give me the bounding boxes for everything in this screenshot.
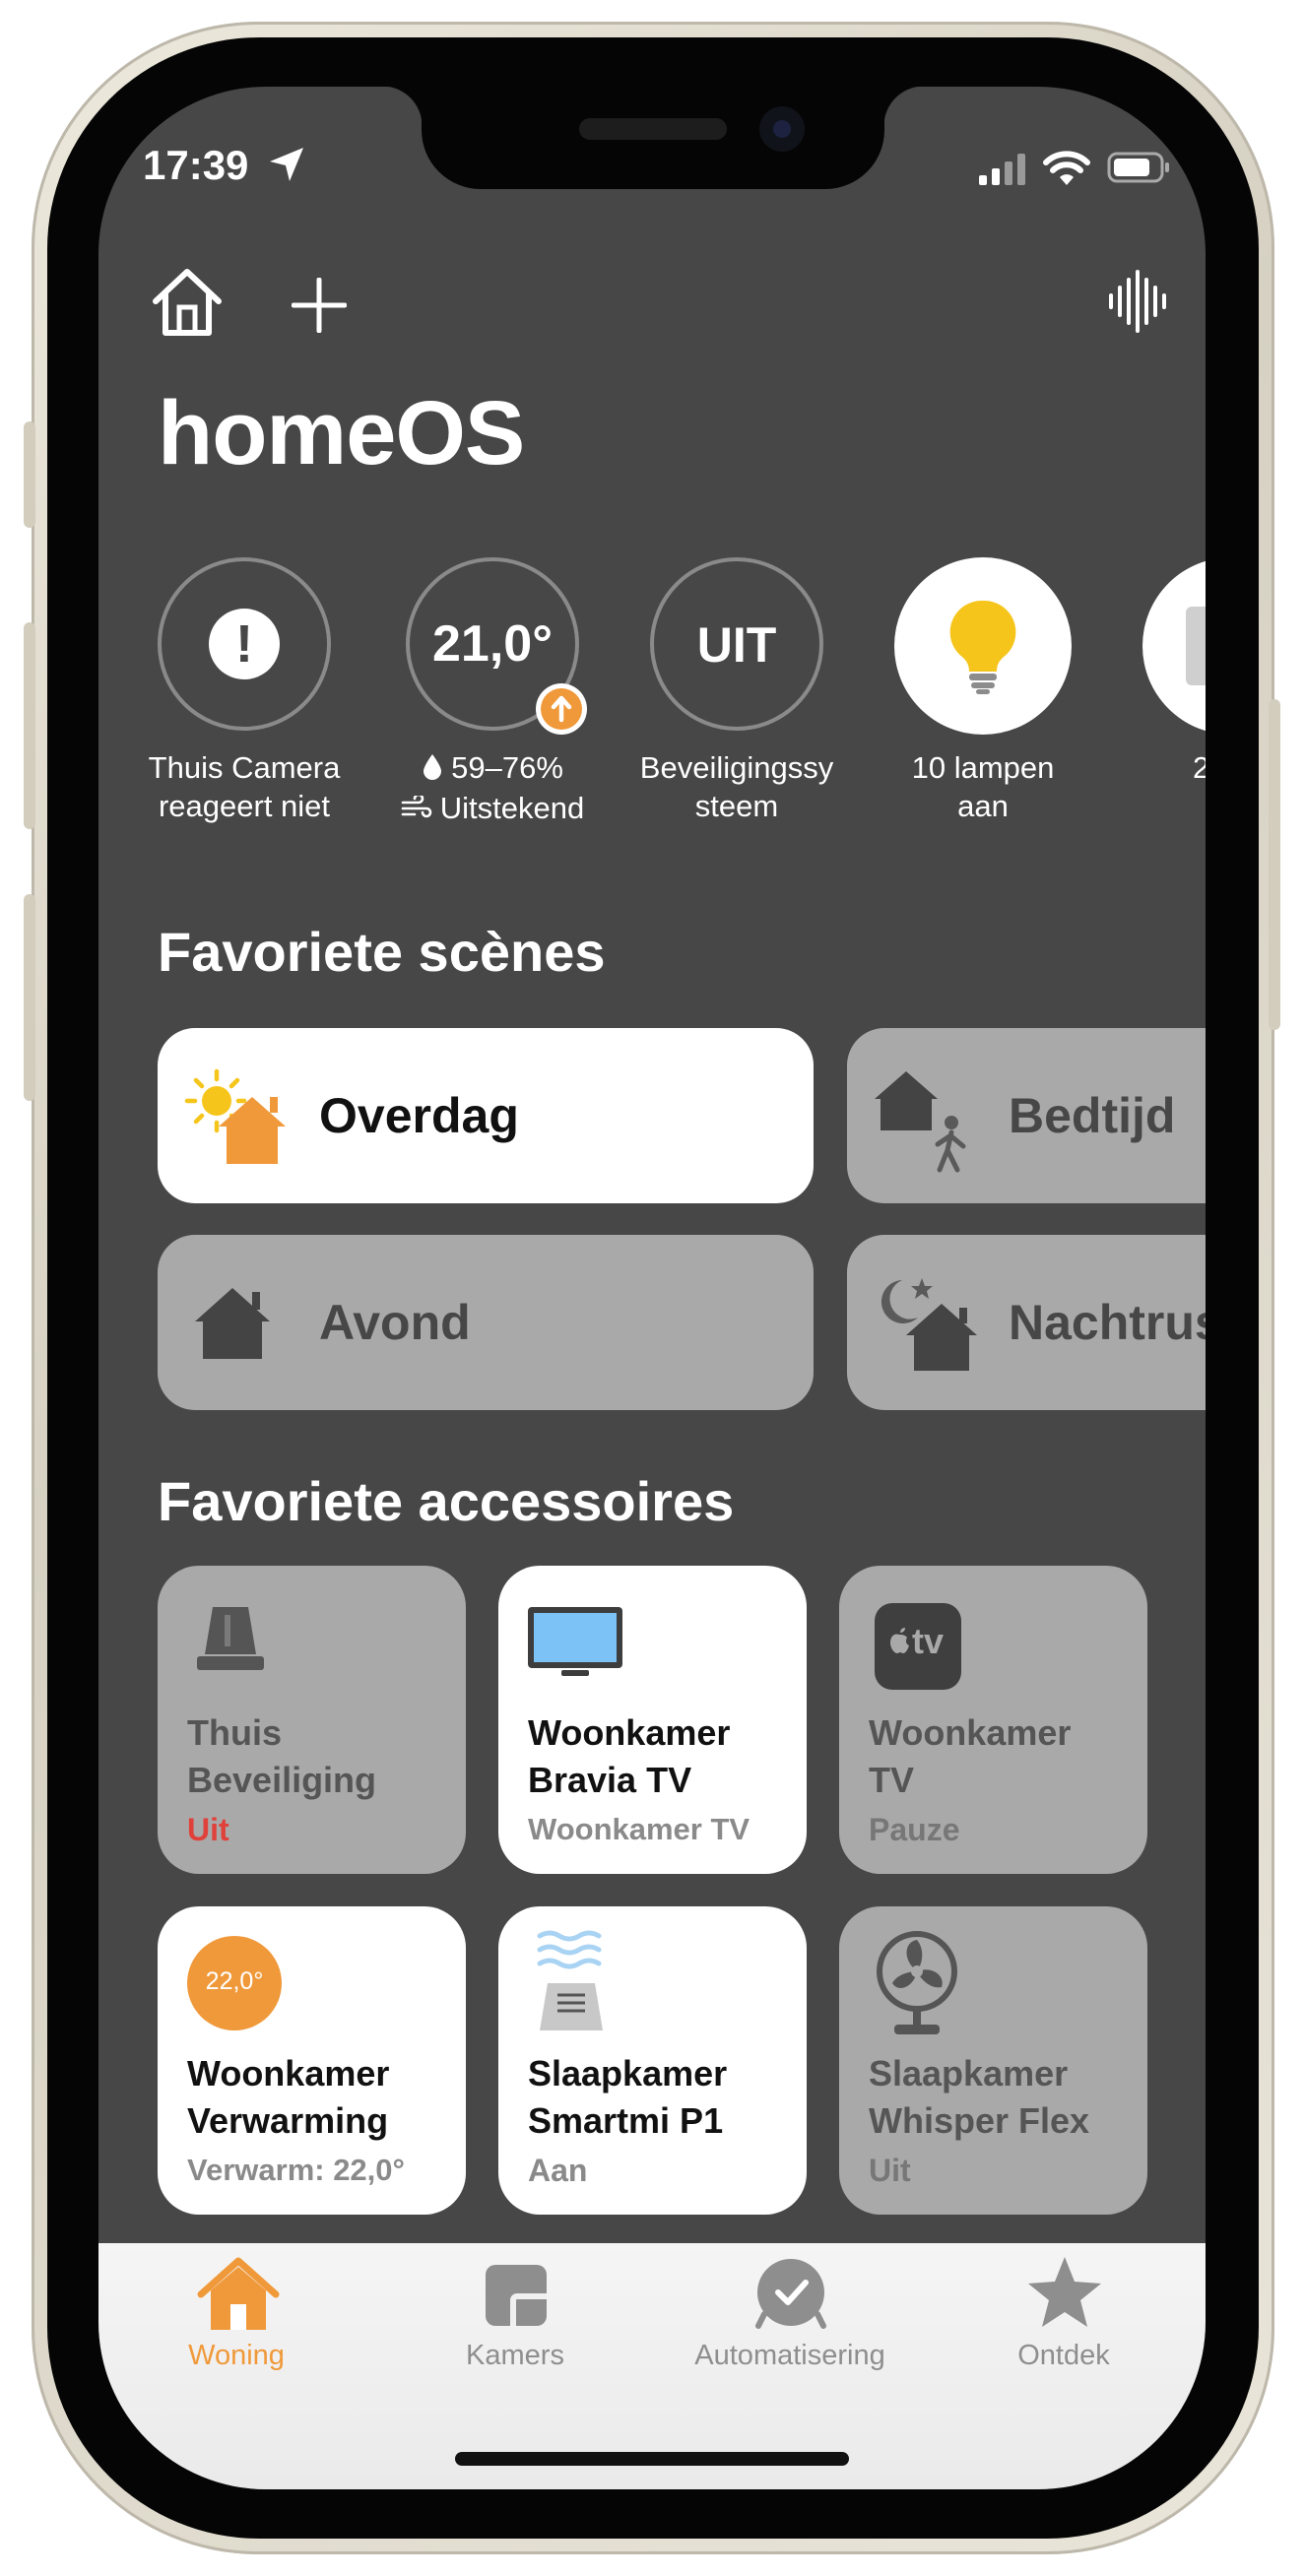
fan-icon (873, 1930, 961, 2038)
accessory-tile-security[interactable]: Thuis Beveiliging Uit (158, 1566, 466, 1874)
scene-label: Avond (319, 1295, 471, 1350)
accessory-status: Uit (187, 1812, 229, 1847)
accessory-name: Slaapkamer Smartmi P1 (528, 2053, 728, 2141)
accessory-tile-air-purifier[interactable]: Slaapkamer Smartmi P1 Aan (498, 1906, 807, 2215)
rooms-tab-icon (484, 2263, 549, 2328)
thermostat-badge: 22,0° (187, 1936, 282, 2030)
scene-bedtijd[interactable]: Bedtijd (847, 1028, 1206, 1203)
lights-status-button[interactable] (894, 557, 1072, 735)
plus-icon[interactable] (291, 277, 348, 334)
switches-status-label: 2 scha (1192, 750, 1206, 785)
mute-switch (24, 421, 35, 528)
apple-tv-icon: tv (875, 1603, 961, 1690)
page-title: homeOS (158, 383, 525, 483)
automation-tab-icon (754, 2257, 827, 2332)
front-camera (759, 106, 805, 152)
scene-label: Bedtijd (1009, 1088, 1176, 1143)
humidity-drop-icon (422, 750, 443, 789)
scene-label: Overdag (319, 1088, 519, 1143)
accessory-status: Uit (869, 2153, 911, 2188)
scene-nachtrust[interactable]: Nachtrus (847, 1235, 1206, 1410)
location-arrow-icon (266, 144, 307, 185)
home-indicator[interactable] (455, 2452, 849, 2466)
accessory-tile-bravia-tv[interactable]: Woonkamer Bravia TV Woonkamer TV (498, 1566, 807, 1874)
evening-house-icon (193, 1284, 272, 1361)
house-tab-icon (197, 2257, 280, 2332)
switch-icon (1186, 607, 1206, 685)
tab-automatisering[interactable]: Automatisering (672, 2243, 908, 2381)
daytime-house-icon (183, 1067, 288, 1166)
accessory-status: Aan (528, 2153, 588, 2188)
security-value: UIT (696, 617, 777, 673)
air-purifier-icon (534, 1928, 609, 2034)
accessory-name: Woonkamer Verwarming (187, 2053, 390, 2141)
scene-overdag[interactable]: Overdag (158, 1028, 814, 1203)
tab-woning[interactable]: Woning (118, 2243, 355, 2381)
status-time: 17:39 (143, 142, 249, 188)
tab-bar: Woning Kamers Automatisering Ontdek (98, 2243, 1206, 2489)
waveform-icon[interactable] (1107, 270, 1170, 333)
volume-up-button (24, 622, 35, 829)
power-button (1269, 699, 1280, 1030)
bedtime-house-icon (873, 1065, 981, 1174)
accessory-status: Woonkamer TV (528, 1812, 750, 1846)
notch (382, 87, 924, 189)
tab-kamers[interactable]: Kamers (397, 2243, 633, 2381)
temperature-value: 21,0° (431, 615, 553, 673)
security-status-label: Beveiligingssy steem (639, 750, 834, 823)
lights-status-label: 10 lampen aan (911, 750, 1055, 823)
battery-icon (1107, 152, 1172, 183)
star-tab-icon (1026, 2255, 1103, 2330)
accessory-status: Verwarm: 22,0° (187, 2153, 405, 2187)
scenes-heading: Favoriete scènes (158, 921, 606, 983)
security-status-button[interactable]: UIT (650, 557, 823, 731)
accessory-name: Woonkamer Bravia TV (528, 1712, 731, 1800)
air-quality-icon (401, 792, 432, 830)
cellular-signal-icon (977, 152, 1028, 187)
scene-label: Nachtrus (1009, 1295, 1206, 1350)
volume-down-button (24, 894, 35, 1101)
accessory-name: Slaapkamer Whisper Flex (869, 2053, 1090, 2141)
tv-icon (526, 1605, 624, 1680)
accessory-name: Thuis Beveiliging (187, 1712, 377, 1800)
accessory-tile-heating[interactable]: 22,0° Woonkamer Verwarming Verwarm: 22,0° (158, 1906, 466, 2215)
accessories-heading: Favoriete accessoires (158, 1470, 735, 1532)
accessory-status: Pauze (869, 1812, 960, 1847)
siren-icon (193, 1603, 268, 1674)
lightbulb-icon (946, 597, 1020, 695)
climate-status-label: 59–76% Uitstekend (369, 748, 616, 830)
home-icon[interactable] (150, 266, 225, 339)
wifi-icon (1042, 148, 1091, 187)
scene-avond[interactable]: Avond (158, 1235, 814, 1410)
accessory-name: Woonkamer TV (869, 1712, 1072, 1800)
camera-status-label: Thuis Camera reageert niet (148, 750, 341, 823)
accessory-tile-apple-tv[interactable]: tv Woonkamer TV Pauze (839, 1566, 1147, 1874)
speaker-grille (579, 118, 727, 140)
status-row: ! Thuis Camera reageert niet 21,0° 59–76%… (149, 557, 1206, 951)
switches-status-button[interactable] (1142, 557, 1206, 735)
camera-status-button[interactable]: ! (158, 557, 331, 731)
night-house-icon (873, 1274, 981, 1383)
screen: 17:39 homeOS ! Thuis Camera reageert nie… (98, 87, 1206, 2489)
accessory-tile-fan[interactable]: Slaapkamer Whisper Flex Uit (839, 1906, 1147, 2215)
tab-ontdek[interactable]: Ontdek (946, 2243, 1182, 2381)
alert-icon: ! (209, 609, 280, 679)
heating-up-icon (536, 683, 587, 735)
